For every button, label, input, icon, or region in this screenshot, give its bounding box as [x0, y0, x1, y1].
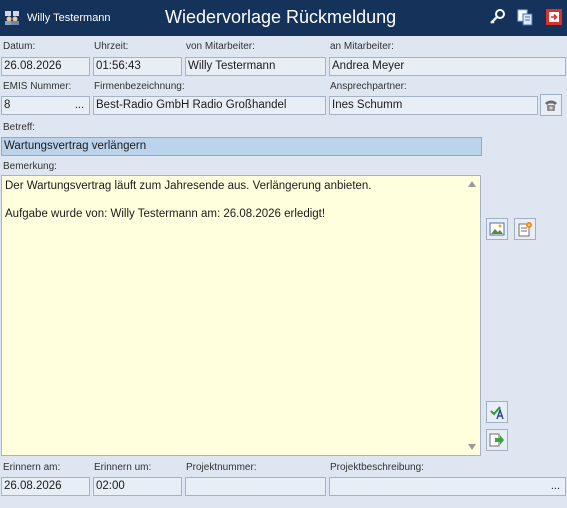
edit-document-button[interactable] [514, 218, 536, 240]
projektnummer-label: Projektnummer: [186, 462, 257, 473]
uhrzeit-field[interactable]: 01:56:43 [93, 57, 182, 76]
ansprechpartner-field[interactable]: Ines Schumm [329, 96, 538, 115]
an-mitarbeiter-field[interactable]: Andrea Meyer [329, 57, 566, 76]
scroll-down-arrow-icon[interactable] [468, 444, 476, 450]
emis-nummer-label: EMIS Nummer: [3, 81, 72, 92]
betreff-label: Betreff: [3, 122, 36, 133]
projektbeschreibung-label: Projektbeschreibung: [330, 462, 424, 473]
spellcheck-button[interactable] [486, 401, 508, 423]
emis-lookup-button[interactable]: ... [75, 97, 84, 114]
von-mitarbeiter-field[interactable]: Willy Testermann [185, 57, 326, 76]
close-icon[interactable] [545, 8, 563, 26]
firmenbezeichnung-field[interactable]: Best-Radio GmbH Radio Großhandel [93, 96, 326, 115]
projekt-lookup-button[interactable]: ... [551, 478, 560, 495]
insert-picture-button[interactable] [486, 218, 508, 240]
current-user-name: Willy Testermann [27, 12, 111, 24]
memo-scrollbar[interactable] [465, 176, 480, 455]
phone-icon [545, 100, 557, 111]
datum-label: Datum: [3, 41, 36, 52]
erinnern-am-field[interactable]: 26.08.2026 [1, 477, 90, 496]
projektnummer-field[interactable] [185, 477, 326, 496]
erinnern-um-field[interactable]: 02:00 [93, 477, 182, 496]
bemerkung-memo[interactable]: Der Wartungsvertrag läuft zum Jahresende… [1, 175, 481, 456]
uhrzeit-label: Uhrzeit: [94, 41, 129, 52]
emis-nummer-field[interactable]: 8 ... [1, 96, 90, 115]
search-key-icon[interactable] [488, 8, 506, 26]
phone-button[interactable] [540, 94, 562, 116]
bemerkung-text[interactable]: Der Wartungsvertrag läuft zum Jahresende… [5, 179, 463, 221]
erinnern-um-label: Erinnern um: [94, 462, 152, 473]
projektbeschreibung-field[interactable]: ... [329, 477, 566, 496]
von-mitarbeiter-label: von Mitarbeiter: [186, 41, 255, 52]
check-text-icon [490, 406, 504, 420]
edit-document-icon [518, 222, 532, 237]
bemerkung-label: Bemerkung: [3, 161, 57, 172]
scroll-up-arrow-icon[interactable] [468, 181, 476, 187]
user-icon [5, 11, 19, 25]
firmenbezeichnung-label: Firmenbezeichnung: [94, 81, 185, 92]
forward-arrow-icon [489, 433, 504, 447]
emis-nummer-value: 8 [4, 99, 11, 111]
erinnern-am-label: Erinnern am: [3, 462, 61, 473]
title-bar: Willy Testermann Wiedervorlage Rückmeldu… [0, 0, 567, 36]
an-mitarbeiter-label: an Mitarbeiter: [330, 41, 394, 52]
copy-icon[interactable] [516, 8, 534, 26]
forward-button[interactable] [486, 429, 508, 451]
picture-icon [489, 222, 505, 236]
datum-field[interactable]: 26.08.2026 [1, 57, 90, 76]
ansprechpartner-label: Ansprechpartner: [330, 81, 407, 92]
window-title: Wiedervorlage Rückmeldung [165, 7, 397, 27]
betreff-field[interactable]: Wartungsvertrag verlängern [1, 137, 482, 156]
